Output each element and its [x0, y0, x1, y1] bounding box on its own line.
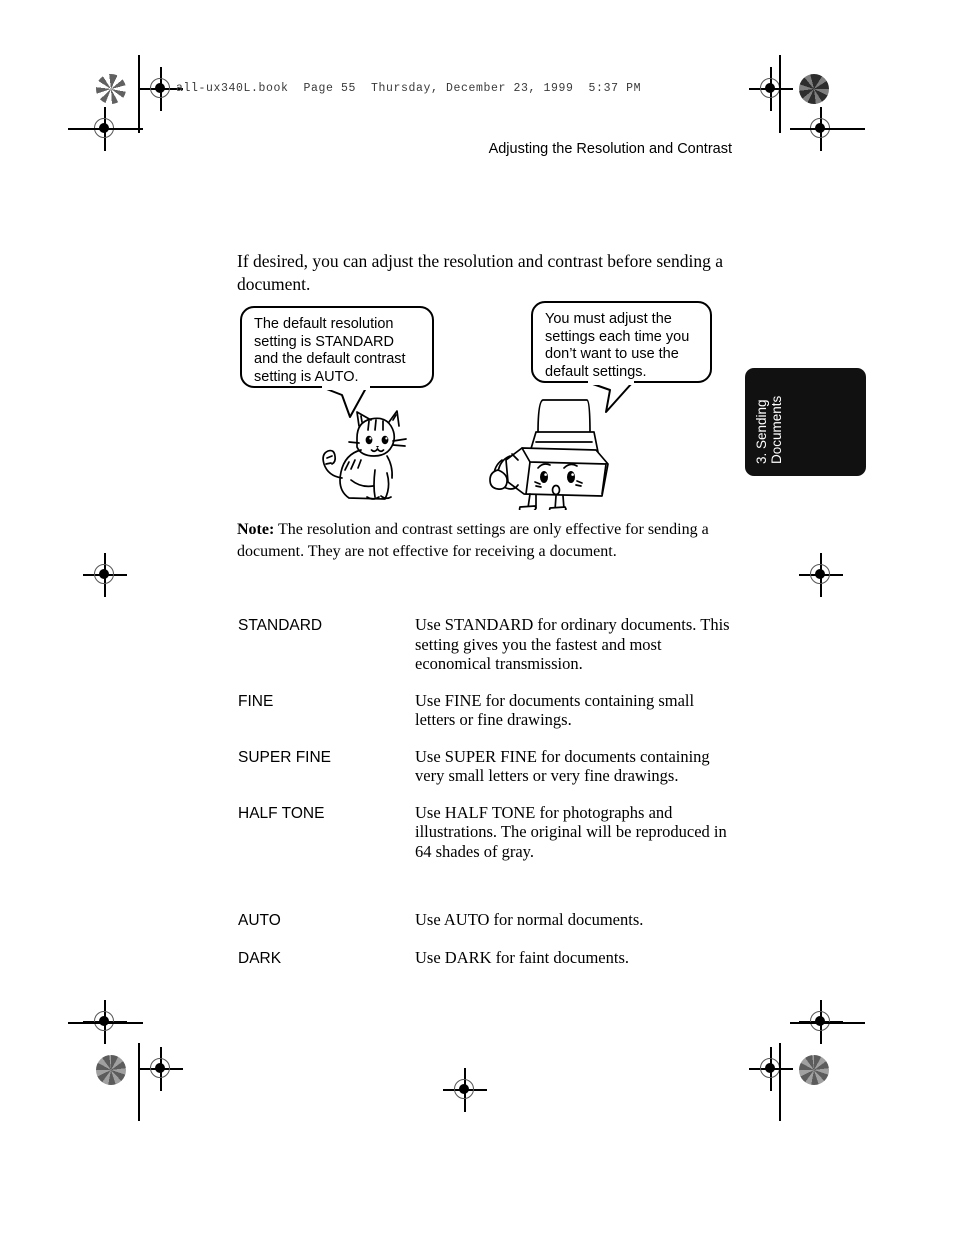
adjust-settings-bubble: You must adjust the settings each time y…	[531, 301, 712, 383]
trim-line-right-top	[779, 55, 781, 133]
setting-term: FINE	[238, 692, 274, 710]
setting-description: Use STANDARD for ordinary documents. Thi…	[415, 615, 730, 673]
setting-description: Use HALF TONE for photographs and illust…	[415, 802, 727, 861]
setting-term: DARK	[238, 950, 282, 967]
registration-mark-bottom-right-inner	[749, 1047, 793, 1091]
setting-term: AUTO	[238, 912, 281, 929]
note-label: Note:	[237, 521, 275, 538]
resolution-default-bubble-text: The default resolution setting is STANDA…	[254, 316, 406, 385]
trim-line-right-bottom	[779, 1043, 781, 1121]
resolution-settings-list: STANDARD Use STANDARD for ordinary docum…	[238, 615, 738, 878]
definition-row: SUPER FINE Use SUPER FINE for documents …	[238, 747, 738, 786]
trim-line-left-bottom	[138, 1043, 140, 1121]
trim-line-left-top	[138, 55, 140, 133]
definition-row: DARK Use DARK for faint documents.	[238, 948, 738, 969]
definition-row: STANDARD Use STANDARD for ordinary docum…	[238, 615, 738, 674]
halftone-registration-dot-top-left	[96, 74, 126, 104]
registration-mark-middle-right	[799, 553, 843, 597]
chapter-side-tab: 3. Sending Documents	[745, 368, 866, 476]
setting-description: Use SUPER FINE for documents containing …	[415, 746, 710, 786]
setting-description: Use FINE for documents containing small …	[415, 690, 695, 730]
halftone-registration-dot-top-right	[799, 74, 829, 104]
note-paragraph: Note: The resolution and contrast settin…	[237, 519, 729, 563]
adjust-settings-bubble-text: You must adjust the settings each time y…	[545, 311, 690, 380]
halftone-registration-dot-bottom-right	[799, 1055, 829, 1085]
halftone-registration-dot-bottom-left	[96, 1055, 126, 1085]
book-file-stamp: all-ux340L.book Page 55 Thursday, Decemb…	[176, 82, 642, 95]
trim-line-top-right	[790, 128, 865, 130]
chapter-side-tab-label: 3. Sending Documents	[754, 395, 784, 464]
setting-description: Use AUTO for normal documents.	[415, 910, 644, 929]
intro-paragraph: If desired, you can adjust the resolutio…	[237, 251, 723, 294]
setting-term: STANDARD	[238, 617, 323, 634]
running-head-title: Adjusting the Resolution and Contrast	[488, 141, 732, 157]
trim-line-bottom-right	[790, 1022, 865, 1024]
registration-mark-bottom-center	[443, 1068, 487, 1112]
definition-row: FINE Use FINE for documents containing s…	[238, 691, 738, 730]
trim-line-top-left	[68, 128, 143, 130]
setting-term: HALF TONE	[238, 804, 325, 822]
registration-mark-bottom-left-inner	[139, 1047, 183, 1091]
contrast-settings-list: AUTO Use AUTO for normal documents. DARK…	[238, 910, 738, 986]
trim-line-bottom-left	[68, 1022, 143, 1024]
cat-illustration	[322, 410, 407, 500]
resolution-default-bubble: The default resolution setting is STANDA…	[240, 306, 434, 388]
definition-row: AUTO Use AUTO for normal documents.	[238, 910, 738, 931]
chapter-side-tab-rotator: 3. Sending Documents	[745, 368, 866, 476]
registration-mark-middle-left	[83, 553, 127, 597]
note-text: The resolution and contrast settings are…	[237, 521, 709, 560]
setting-description: Use DARK for faint documents.	[415, 948, 630, 967]
registration-mark-top-right-inner	[749, 67, 793, 111]
fax-machine-illustration	[489, 399, 609, 510]
setting-term: SUPER FINE	[238, 748, 332, 766]
definition-row: HALF TONE Use HALF TONE for photographs …	[238, 803, 738, 862]
